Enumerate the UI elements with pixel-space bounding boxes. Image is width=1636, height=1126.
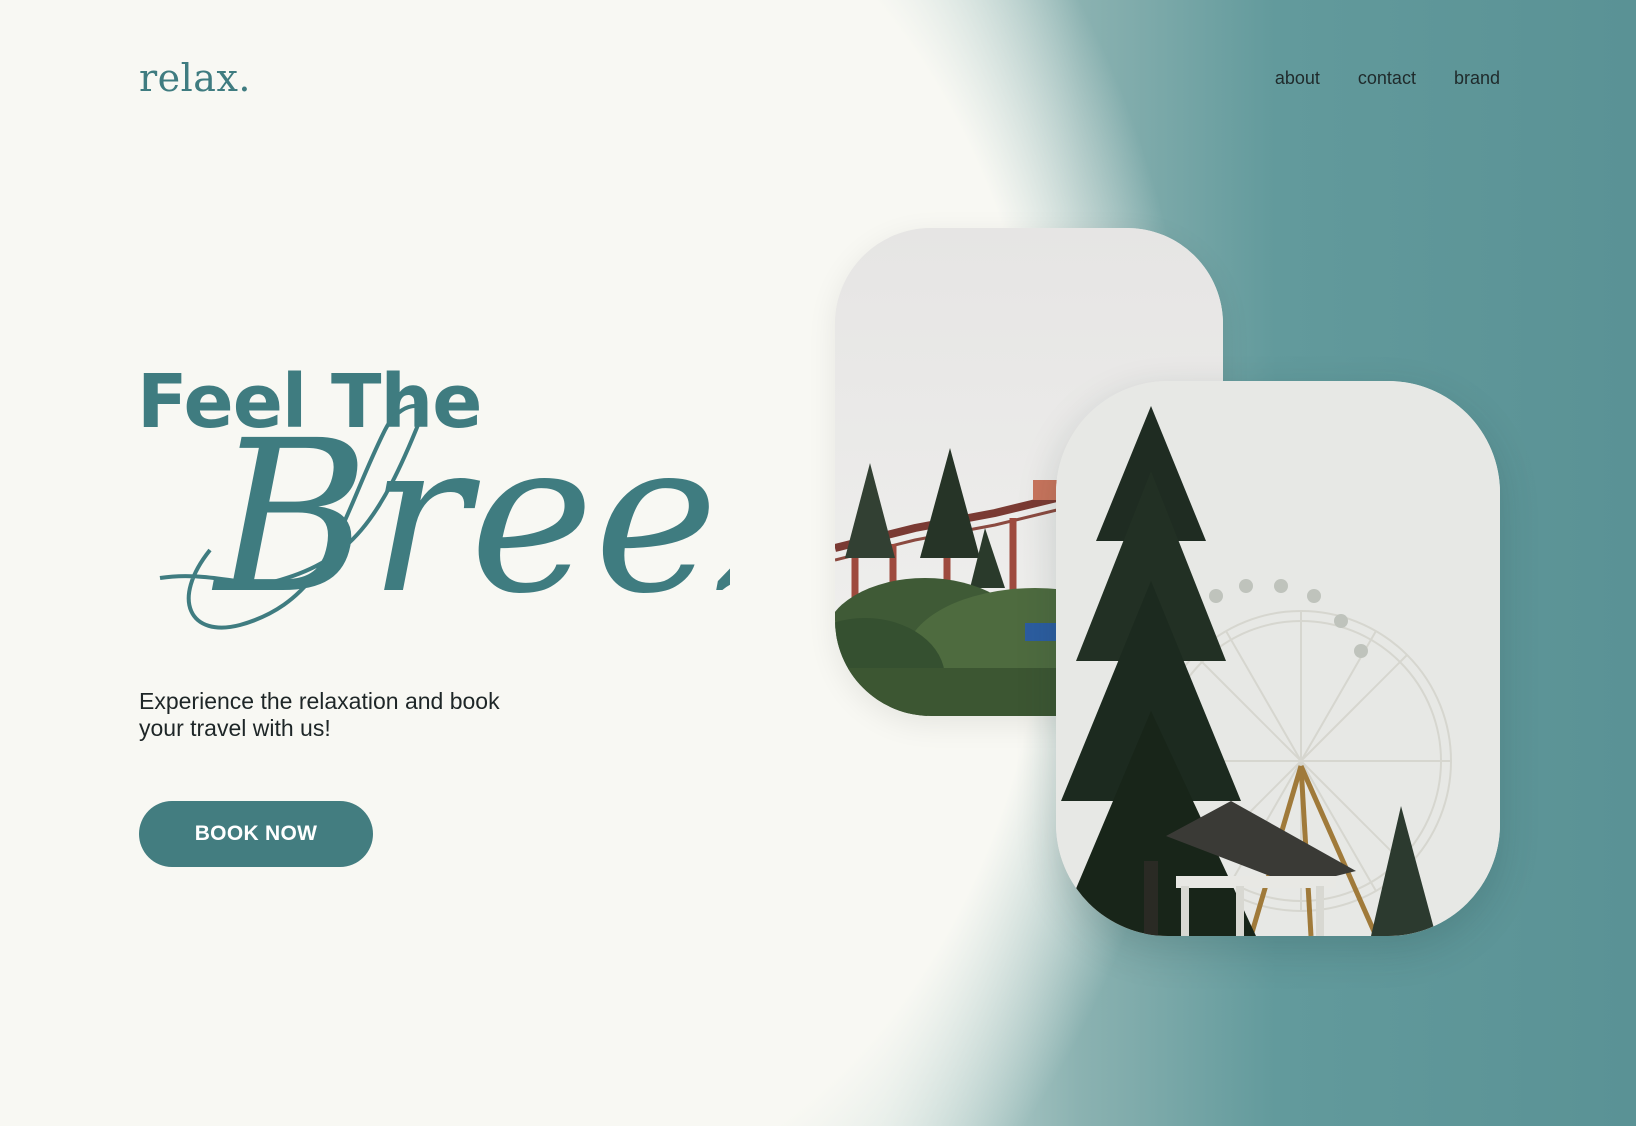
ferris-wheel-photo: [1056, 381, 1500, 936]
script-word-text: Breeze: [211, 400, 730, 640]
hero-script-word: Breeze: [159, 400, 730, 640]
book-now-button[interactable]: BOOK NOW: [139, 801, 373, 867]
ferris-wheel-image: [1056, 381, 1500, 936]
nav-contact-link[interactable]: contact: [1358, 68, 1416, 89]
top-nav: about contact brand: [1275, 68, 1500, 89]
nav-brand-link[interactable]: brand: [1454, 68, 1500, 89]
hero-subtitle: Experience the relaxation and book your …: [139, 688, 500, 741]
logo[interactable]: relax.: [139, 56, 251, 100]
nav-about-link[interactable]: about: [1275, 68, 1320, 89]
